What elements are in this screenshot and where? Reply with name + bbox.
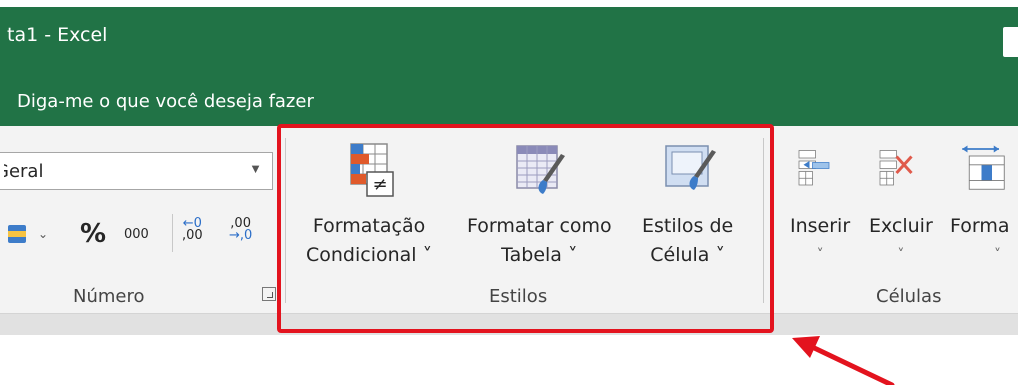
format-cells-button[interactable]: Forma ˅: [950, 138, 1010, 270]
percent-style-button[interactable]: %: [80, 218, 106, 250]
format-label: Forma: [950, 215, 1010, 237]
format-cells-icon: [962, 145, 1005, 190]
insert-label: Inserir: [790, 215, 851, 237]
accounting-format-button[interactable]: ⌄: [8, 218, 58, 250]
dialog-launcher-icon[interactable]: [262, 287, 276, 301]
separator: [172, 214, 173, 252]
decrease-decimal-button[interactable]: ,00 →,0: [229, 217, 253, 250]
delete-button[interactable]: Excluir ˅: [869, 138, 933, 270]
top-strip: [0, 0, 1018, 7]
chevron-down-icon: ▼: [249, 161, 262, 176]
accounting-format-icon: [8, 225, 26, 243]
window-title: ta1 - Excel: [7, 24, 108, 46]
comma-style-button[interactable]: 000: [124, 218, 149, 250]
chevron-down-icon: ˅: [816, 247, 824, 263]
chevron-down-icon: ˅: [897, 247, 905, 263]
account-box[interactable]: [1003, 27, 1018, 57]
delete-label: Excluir: [869, 215, 933, 237]
number-group-label: Número: [73, 286, 145, 307]
chevron-down-icon: ⌄: [38, 227, 49, 241]
delete-cells-icon: [879, 150, 913, 186]
title-bar: ta1 - Excel Diga-me o que você deseja fa…: [0, 7, 1018, 126]
increase-decimal-button[interactable]: ←0 ,00: [182, 217, 203, 250]
insert-button[interactable]: Inserir ˅: [790, 138, 850, 270]
insert-cells-icon: [798, 150, 830, 186]
cells-group-label: Células: [876, 286, 942, 307]
increase-decimal-digits: ,00: [182, 228, 203, 243]
highlight-box: [277, 124, 774, 333]
tell-me-search[interactable]: Diga-me o que você deseja fazer: [7, 91, 314, 112]
number-format-dropdown[interactable]: Geral ▼: [0, 152, 273, 190]
tell-me-text: Diga-me o que você deseja fazer: [17, 91, 314, 112]
red-arrow-icon: [792, 336, 895, 385]
number-format-value: Geral: [0, 161, 44, 182]
chevron-down-icon: ˅: [994, 247, 1001, 263]
decrease-decimal-icon: →,0: [229, 228, 253, 243]
